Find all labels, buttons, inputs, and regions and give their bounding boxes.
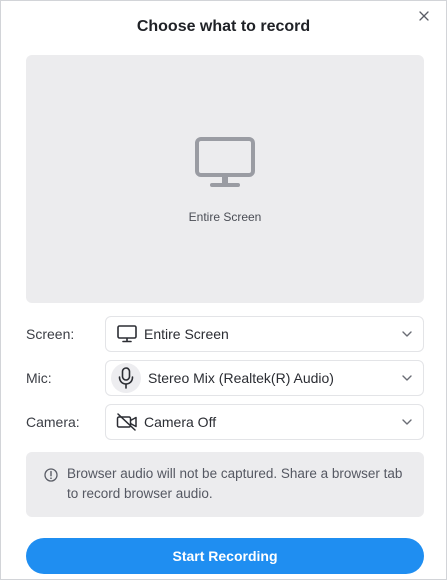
chevron-down-icon: [402, 419, 412, 425]
screen-preview[interactable]: Entire Screen: [26, 55, 424, 303]
chevron-down-icon: [402, 375, 412, 381]
mic-row: Mic: Stereo Mix (Realtek(R) Audio): [26, 360, 424, 396]
camera-select[interactable]: Camera Off: [105, 404, 424, 440]
screen-select[interactable]: Entire Screen: [105, 316, 424, 352]
screen-value: Entire Screen: [144, 326, 229, 342]
mic-label: Mic:: [26, 370, 52, 386]
close-icon: [419, 11, 429, 21]
info-icon: [44, 468, 58, 482]
monitor-icon: [195, 137, 255, 187]
screen-label: Screen:: [26, 326, 75, 342]
record-dialog: Choose what to record Entire Screen Scre…: [0, 0, 447, 580]
monitor-icon: [116, 323, 138, 345]
mic-value: Stereo Mix (Realtek(R) Audio): [148, 370, 334, 386]
camera-row: Camera: Camera Off: [26, 404, 424, 440]
audio-notice: Browser audio will not be captured. Shar…: [26, 452, 424, 517]
chevron-down-icon: [402, 331, 412, 337]
microphone-icon: [111, 363, 141, 393]
start-recording-button[interactable]: Start Recording: [26, 538, 424, 574]
dialog-title: Choose what to record: [136, 18, 311, 35]
screen-row: Screen: Entire Screen: [26, 316, 424, 352]
mic-select[interactable]: Stereo Mix (Realtek(R) Audio): [105, 360, 424, 396]
close-button[interactable]: [416, 8, 432, 24]
notice-text: Browser audio will not be captured. Shar…: [67, 466, 403, 501]
camera-off-icon: [116, 411, 138, 433]
camera-label: Camera:: [26, 414, 80, 430]
preview-label: Entire Screen: [188, 210, 262, 224]
camera-value: Camera Off: [144, 414, 217, 430]
